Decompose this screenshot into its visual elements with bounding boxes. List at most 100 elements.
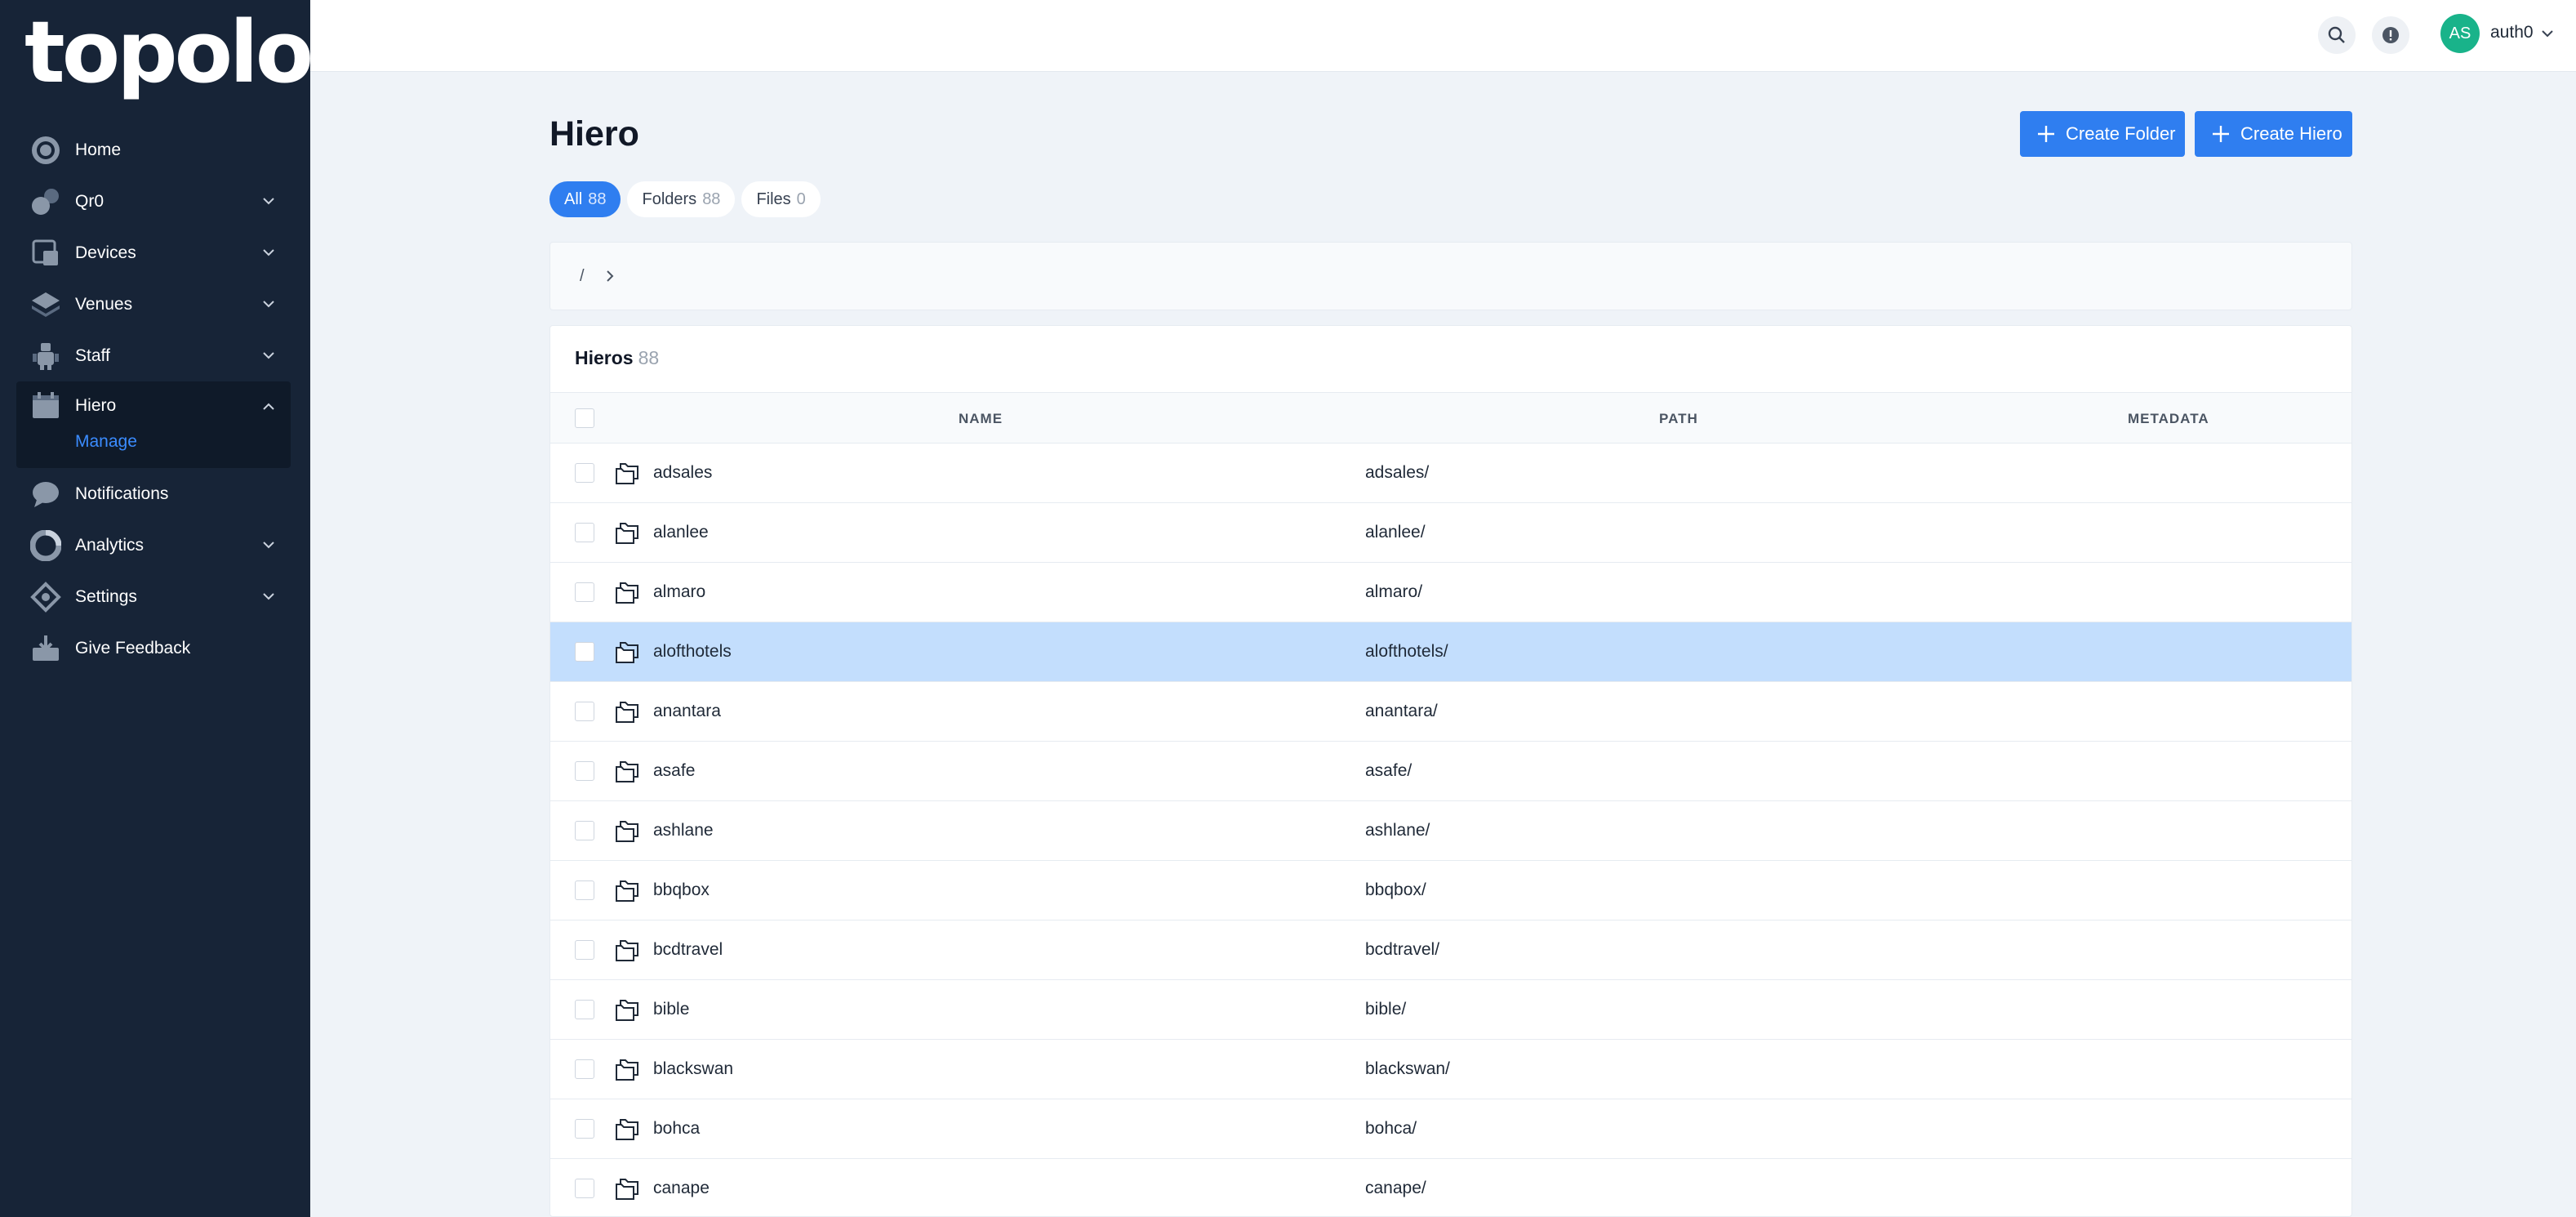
- table-row[interactable]: alanlee alanlee/: [550, 503, 2351, 563]
- chevron-down-icon: [263, 542, 274, 549]
- column-header-path[interactable]: PATH: [1659, 411, 1698, 427]
- settings-icon: [29, 581, 62, 613]
- table-row[interactable]: ashlane ashlane/: [550, 801, 2351, 861]
- table-row[interactable]: adsales adsales/: [550, 444, 2351, 503]
- row-checkbox[interactable]: [575, 1119, 594, 1139]
- sidebar-item-venues[interactable]: Venues: [16, 279, 291, 330]
- row-name[interactable]: blackswan: [653, 1059, 733, 1079]
- row-checkbox[interactable]: [575, 642, 594, 662]
- row-path: bible/: [1365, 1000, 1407, 1019]
- filter-all[interactable]: All 88: [549, 181, 621, 217]
- row-name[interactable]: alofthotels: [653, 642, 732, 662]
- folder-icon: [616, 1059, 638, 1081]
- table-row[interactable]: bbqbox bbqbox/: [550, 861, 2351, 921]
- row-name[interactable]: alanlee: [653, 523, 709, 542]
- sidebar-item-label: Devices: [75, 243, 136, 262]
- row-checkbox[interactable]: [575, 821, 594, 840]
- filter-folders[interactable]: Folders 88: [627, 181, 736, 217]
- topolo-logo[interactable]: topolo: [24, 10, 314, 95]
- avatar[interactable]: AS: [2440, 14, 2480, 53]
- row-name[interactable]: bcdtravel: [653, 940, 723, 960]
- row-name[interactable]: bible: [653, 1000, 689, 1019]
- sidebar-item-give-feedback[interactable]: Give Feedback: [16, 622, 291, 674]
- chevron-down-icon[interactable]: [2541, 27, 2554, 40]
- devices-icon: [29, 237, 62, 270]
- column-header-name[interactable]: NAME: [959, 411, 1003, 427]
- filter-count: 0: [796, 189, 806, 208]
- folder-icon: [616, 523, 638, 544]
- filter-files[interactable]: Files 0: [741, 181, 821, 217]
- filter-label: All: [564, 189, 583, 208]
- alert-button[interactable]: [2372, 16, 2409, 54]
- table-row[interactable]: asafe asafe/: [550, 742, 2351, 801]
- filter-label: Folders: [642, 189, 697, 208]
- row-checkbox[interactable]: [575, 582, 594, 602]
- row-name[interactable]: bohca: [653, 1119, 700, 1139]
- row-checkbox[interactable]: [575, 880, 594, 900]
- search-icon: [2328, 26, 2345, 43]
- table-row[interactable]: anantara anantara/: [550, 682, 2351, 742]
- table-count: 88: [638, 347, 660, 368]
- table-card-header: Hieros 88: [550, 326, 2351, 393]
- table-title-text: Hieros: [575, 347, 634, 368]
- folder-icon: [616, 940, 638, 961]
- table-row[interactable]: alofthotels alofthotels/: [550, 622, 2351, 682]
- row-path: blackswan/: [1365, 1059, 1450, 1078]
- row-path: asafe/: [1365, 761, 1413, 780]
- sidebar-item-home[interactable]: Home: [16, 124, 291, 176]
- row-name[interactable]: anantara: [653, 702, 721, 721]
- column-header-metadata[interactable]: METADATA: [2128, 411, 2209, 427]
- create-hiero-button[interactable]: Create Hiero: [2195, 111, 2352, 157]
- row-name[interactable]: almaro: [653, 582, 705, 602]
- row-name[interactable]: bbqbox: [653, 880, 710, 900]
- row-name[interactable]: canape: [653, 1179, 710, 1198]
- row-name[interactable]: ashlane: [653, 821, 714, 840]
- row-checkbox[interactable]: [575, 1059, 594, 1079]
- sidebar-item-staff[interactable]: Staff: [16, 330, 291, 381]
- sidebar-item-hiero[interactable]: Hiero: [16, 381, 291, 430]
- sidebar-item-settings[interactable]: Settings: [16, 571, 291, 622]
- row-checkbox[interactable]: [575, 1000, 594, 1019]
- sidebar-item-label: Notifications: [75, 484, 169, 503]
- table-row[interactable]: almaro almaro/: [550, 563, 2351, 622]
- chevron-up-icon: [263, 403, 274, 410]
- sidebar-item-qr0[interactable]: Qr0: [16, 176, 291, 227]
- sidebar-item-devices[interactable]: Devices: [16, 227, 291, 279]
- chat-bubble-icon: [29, 478, 62, 510]
- row-checkbox[interactable]: [575, 1179, 594, 1198]
- sidebar-item-analytics[interactable]: Analytics: [16, 519, 291, 571]
- filter-count: 88: [702, 189, 721, 208]
- chevron-right-icon: [607, 270, 614, 282]
- sidebar-item-label: Venues: [75, 294, 133, 314]
- user-menu-name[interactable]: auth0: [2490, 23, 2534, 42]
- sidebar-item-notifications[interactable]: Notifications: [16, 468, 291, 519]
- venues-icon: [29, 288, 62, 321]
- sidebar-item-label: Give Feedback: [75, 638, 191, 658]
- sidebar-nav: Home Qr0 Devices Venues Staff Hiero Mana…: [16, 124, 291, 674]
- sidebar: topolo Home Qr0 Devices Venues Staff Hie…: [0, 0, 314, 1217]
- row-checkbox[interactable]: [575, 463, 594, 483]
- select-all-checkbox[interactable]: [575, 408, 594, 428]
- plus-icon: [2213, 126, 2229, 142]
- create-folder-label: Create Folder: [2066, 123, 2176, 144]
- chevron-down-icon: [263, 198, 274, 205]
- sidebar-subitem-manage[interactable]: Manage: [16, 430, 291, 460]
- row-path: ashlane/: [1365, 821, 1430, 840]
- table-row[interactable]: blackswan blackswan/: [550, 1040, 2351, 1099]
- create-folder-button[interactable]: Create Folder: [2020, 111, 2185, 157]
- row-name[interactable]: asafe: [653, 761, 695, 781]
- row-path: bbqbox/: [1365, 880, 1426, 899]
- table-row[interactable]: bcdtravel bcdtravel/: [550, 921, 2351, 980]
- row-checkbox[interactable]: [575, 523, 594, 542]
- folder-icon: [616, 463, 638, 484]
- table-row[interactable]: bible bible/: [550, 980, 2351, 1040]
- row-checkbox[interactable]: [575, 761, 594, 781]
- search-button[interactable]: [2318, 16, 2356, 54]
- table-row[interactable]: canape canape/: [550, 1159, 2351, 1216]
- table-row[interactable]: bohca bohca/: [550, 1099, 2351, 1159]
- row-checkbox[interactable]: [575, 940, 594, 960]
- row-name[interactable]: adsales: [653, 463, 712, 483]
- filter-count: 88: [588, 189, 607, 208]
- breadcrumb-root[interactable]: /: [580, 267, 585, 286]
- row-checkbox[interactable]: [575, 702, 594, 721]
